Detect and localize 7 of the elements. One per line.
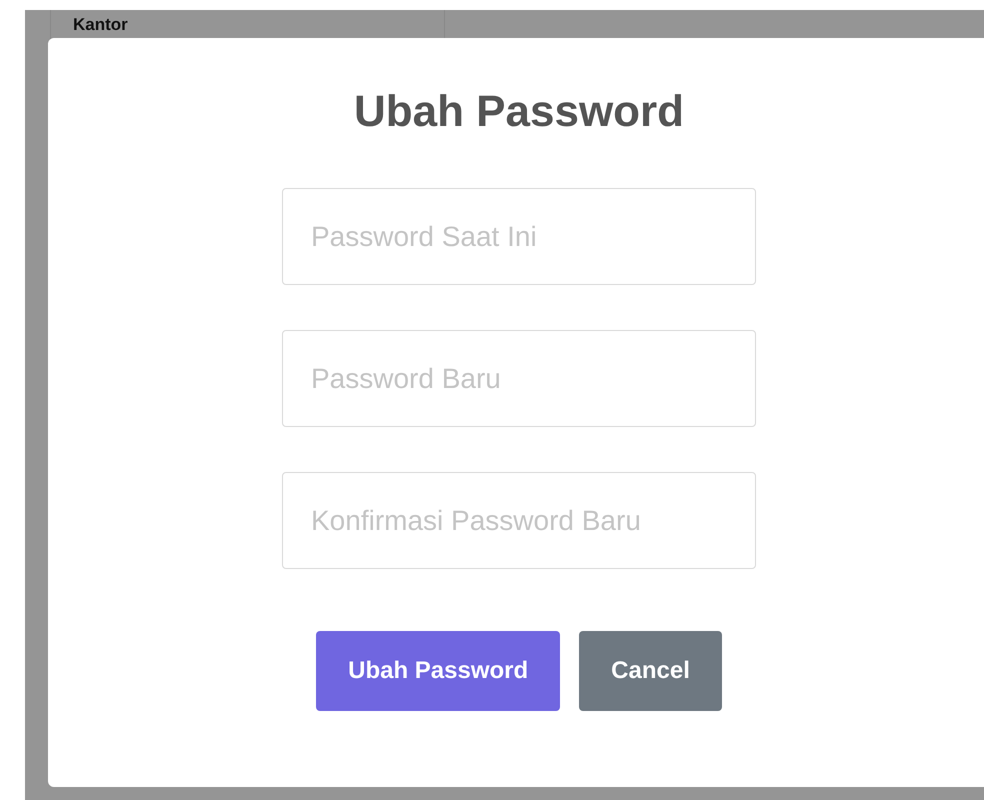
confirm-button[interactable]: Ubah Password	[316, 631, 560, 711]
dialog-title: Ubah Password	[354, 90, 684, 134]
password-field[interactable]: Password Saat Ini	[282, 188, 756, 285]
password-field[interactable]: Konfirmasi Password Baru	[282, 472, 756, 569]
cancel-button[interactable]: Cancel	[579, 631, 722, 711]
password-field[interactable]: Password Baru	[282, 330, 756, 427]
background-label: Kantor	[73, 16, 128, 33]
